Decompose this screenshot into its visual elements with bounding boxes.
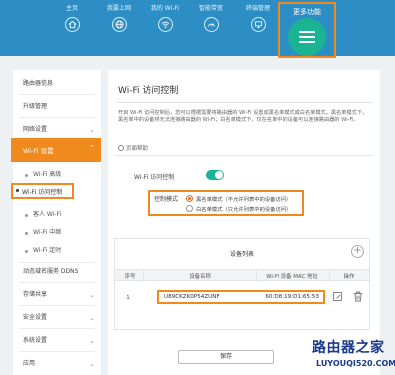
more-functions-button[interactable]: 更多功能 xyxy=(278,2,336,58)
sidebar-subitem-wifi-advanced[interactable]: Wi-Fi 高级 xyxy=(13,170,101,180)
sidebar-item-upgrade[interactable]: 升级管理 xyxy=(13,102,101,112)
access-control-toggle[interactable] xyxy=(206,170,224,180)
sidebar-item-apps[interactable]: 应用 ⌄ xyxy=(13,359,101,369)
add-device-button[interactable]: + xyxy=(351,245,364,258)
chevron-down-icon: ⌄ xyxy=(89,360,95,368)
nav-label: 主页 xyxy=(65,5,78,12)
nav-item-home[interactable]: 主页 xyxy=(52,4,92,32)
nav-item-my-wifi[interactable]: 我的 Wi-Fi xyxy=(145,4,185,32)
control-mode-label: 控制模式 xyxy=(154,196,179,203)
sidebar-subitem-wifi-access-control[interactable]: Wi-Fi 访问控制 xyxy=(11,183,74,199)
radio-unselected[interactable] xyxy=(186,205,193,212)
chevron-down-icon: ⌄ xyxy=(89,314,95,322)
nav-item-bandwidth[interactable]: 智能带宽 xyxy=(191,4,231,32)
help-icon xyxy=(118,145,124,151)
access-control-label: Wi-Fi 访问控制 xyxy=(134,174,175,181)
sidebar-subitem-wifi-timer[interactable]: Wi-Fi 定时 xyxy=(13,246,101,256)
sidebar-subitem-guest-wifi[interactable]: 客人 Wi-Fi xyxy=(13,210,101,220)
save-button[interactable]: 保存 xyxy=(178,350,274,364)
sidebar-item-system[interactable]: 系统设置 ⌄ xyxy=(13,336,101,346)
nav-label: 我要上网 xyxy=(106,5,131,12)
more-functions-label: 更多功能 xyxy=(293,8,321,16)
wifi-icon xyxy=(157,17,173,32)
radio-selected[interactable] xyxy=(186,195,193,202)
page-title: Wi-Fi 访问控制 xyxy=(118,86,179,96)
sidebar-item-network[interactable]: 网络设置 ⌄ xyxy=(13,125,101,135)
devices-icon xyxy=(250,17,266,32)
table-row: U89CKZK0P54ZUNF 60:D8:19:D1:65:53 xyxy=(157,290,325,304)
watermark-cn: 路由器之家 xyxy=(312,340,385,356)
sidebar-item-ddns[interactable]: 动态域名服务 DDNS xyxy=(13,267,101,277)
sidebar-item-router-info[interactable]: 路由器信息 xyxy=(13,79,101,89)
sidebar-subitem-wifi-repeater[interactable]: Wi-Fi 中继 xyxy=(13,228,101,238)
home-icon xyxy=(64,17,80,32)
chevron-down-icon: ⌄ xyxy=(89,291,95,299)
watermark-en: LUYOUQI520.COM xyxy=(316,359,395,368)
table-header: 序号 设备名称 Wi-Fi 设备 MAC 地址 操作 xyxy=(115,269,369,282)
row-index: 1 xyxy=(126,295,130,301)
nav-item-internet[interactable]: 我要上网 xyxy=(99,4,139,32)
page-help-link[interactable]: 页面帮助 xyxy=(118,144,148,152)
device-mac: 60:D8:19:D1:65:53 xyxy=(265,294,319,300)
edit-icon[interactable] xyxy=(333,292,342,301)
sidebar-item-storage[interactable]: 存储共享 ⌄ xyxy=(13,290,101,300)
nav-label: 智能带宽 xyxy=(198,5,223,12)
device-list-table: 设备列表 + 序号 设备名称 Wi-Fi 设备 MAC 地址 操作 1 U89C… xyxy=(114,238,370,330)
sidebar-highlight-box xyxy=(11,138,101,162)
page-description: 开启 Wi-Fi 访问控制后，您可以根据需要将路由器的 Wi-Fi 设置成黑名单… xyxy=(118,110,368,124)
main-panel: Wi-Fi 访问控制 开启 Wi-Fi 访问控制后，您可以根据需要将路由器的 W… xyxy=(108,70,380,375)
chevron-down-icon: ⌄ xyxy=(89,337,95,345)
watermark: 路由器之家 LUYOUQI520.COM xyxy=(306,335,395,375)
device-list-title: 设备列表 xyxy=(229,251,254,258)
trash-icon[interactable] xyxy=(353,291,363,302)
sidebar-item-security[interactable]: 安全设置 ⌄ xyxy=(13,313,101,323)
sidebar: 路由器信息 升级管理 网络设置 ⌄ Wi-Fi 高级 客人 Wi-Fi Wi-Fi… xyxy=(13,70,101,375)
sidebar-subitem-label: Wi-Fi 访问控制 xyxy=(22,189,63,196)
top-nav-bar: 主页 我要上网 我的 Wi-Fi 智能带宽 终端管理 更多功能 xyxy=(0,0,395,58)
control-mode-box: 控制模式 黑名单模式（不允许列表中的设备访问） 白名单模式（只允许列表中的设备访… xyxy=(148,190,304,216)
gauge-icon xyxy=(203,17,219,32)
globe-icon xyxy=(111,17,127,32)
nav-label: 我的 Wi-Fi xyxy=(150,5,180,12)
nav-label: 终端管理 xyxy=(245,5,270,12)
device-name: U89CKZK0P54ZUNF xyxy=(164,294,220,300)
chevron-down-icon: ⌄ xyxy=(89,126,95,134)
menu-icon xyxy=(288,18,326,56)
nav-item-devices[interactable]: 终端管理 xyxy=(238,4,278,32)
